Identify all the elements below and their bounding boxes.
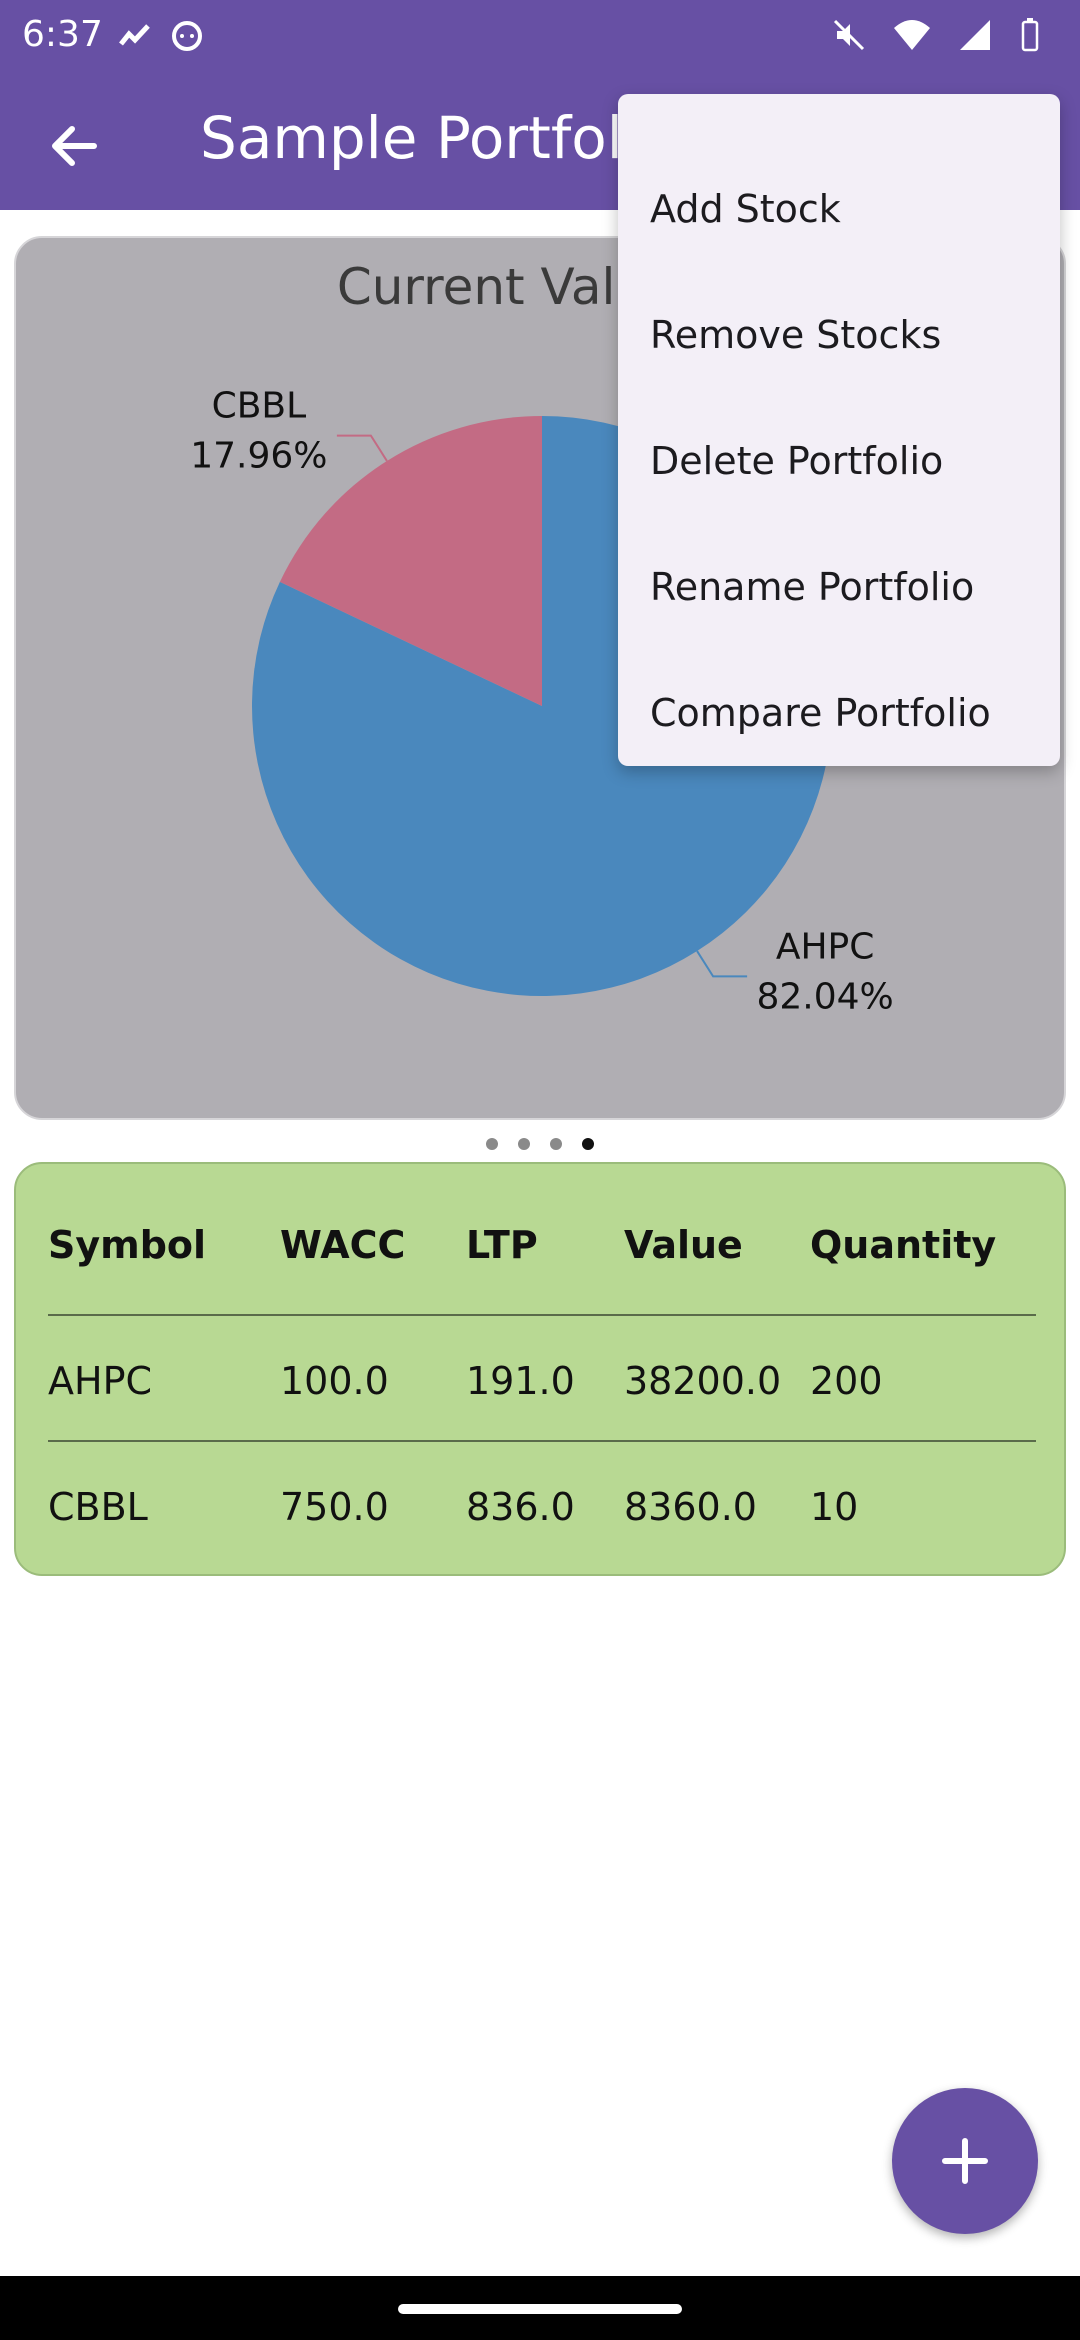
cell-symbol: CBBL	[48, 1485, 148, 1529]
signal-icon	[958, 18, 994, 56]
cell-ltp: 191.0	[466, 1359, 575, 1403]
menu-item-delete-portfolio[interactable]: Delete Portfolio	[618, 398, 1060, 524]
mute-icon	[832, 18, 866, 56]
wifi-icon	[892, 18, 932, 56]
pager-dots	[0, 1138, 1080, 1150]
slice-label-cbbl: CBBL	[212, 386, 307, 427]
cell-quantity: 10	[810, 1485, 859, 1529]
pager-dot[interactable]	[582, 1138, 594, 1150]
status-time: 6:37	[22, 14, 103, 55]
leader-line-ahpc	[696, 950, 748, 978]
cat-app-icon	[170, 18, 204, 56]
battery-icon	[1020, 18, 1040, 56]
home-handle[interactable]	[398, 2304, 682, 2314]
pager-dot[interactable]	[518, 1138, 530, 1150]
cell-ltp: 836.0	[466, 1485, 575, 1529]
menu-item-rename-portfolio[interactable]: Rename Portfolio	[618, 524, 1060, 650]
table-row[interactable]: CBBL 750.0 836.0 8360.0 10	[48, 1444, 1036, 1570]
header-wacc: WACC	[280, 1223, 406, 1267]
stocks-app-icon	[118, 18, 152, 56]
cell-symbol: AHPC	[48, 1359, 153, 1403]
menu-item-remove-stocks[interactable]: Remove Stocks	[618, 272, 1060, 398]
row-divider	[48, 1440, 1036, 1442]
table-row[interactable]: AHPC 100.0 191.0 38200.0 200	[48, 1318, 1036, 1444]
plus-icon	[942, 2138, 988, 2184]
table-header-row: Symbol WACC LTP Value Quantity	[48, 1182, 1036, 1308]
slice-percent-ahpc: 82.04%	[756, 976, 893, 1017]
pager-dot[interactable]	[486, 1138, 498, 1150]
row-divider	[48, 1314, 1036, 1316]
header-quantity: Quantity	[810, 1223, 997, 1267]
arrow-left-icon	[52, 126, 97, 166]
cell-wacc: 750.0	[280, 1485, 389, 1529]
back-button[interactable]	[44, 116, 104, 176]
header-ltp: LTP	[466, 1223, 538, 1267]
cell-wacc: 100.0	[280, 1359, 389, 1403]
cell-quantity: 200	[810, 1359, 883, 1403]
overflow-menu: Add Stock Remove Stocks Delete Portfolio…	[618, 94, 1060, 766]
slice-label-ahpc: AHPC	[776, 926, 875, 967]
gesture-nav-bar	[0, 2276, 1080, 2340]
page-title: Sample Portfolio	[200, 104, 675, 172]
cell-value: 38200.0	[624, 1359, 782, 1403]
leader-line-cbbl	[336, 434, 388, 462]
status-bar: 6:37	[0, 0, 1080, 76]
add-fab-button[interactable]	[892, 2088, 1038, 2234]
cell-value: 8360.0	[624, 1485, 757, 1529]
pager-dot[interactable]	[550, 1138, 562, 1150]
menu-item-add-stock[interactable]: Add Stock	[618, 146, 1060, 272]
holdings-table: Symbol WACC LTP Value Quantity AHPC 100.…	[14, 1162, 1066, 1576]
header-symbol: Symbol	[48, 1223, 207, 1267]
header-value: Value	[624, 1223, 743, 1267]
menu-item-compare-portfolio[interactable]: Compare Portfolio	[618, 650, 1060, 776]
slice-percent-cbbl: 17.96%	[190, 436, 327, 477]
